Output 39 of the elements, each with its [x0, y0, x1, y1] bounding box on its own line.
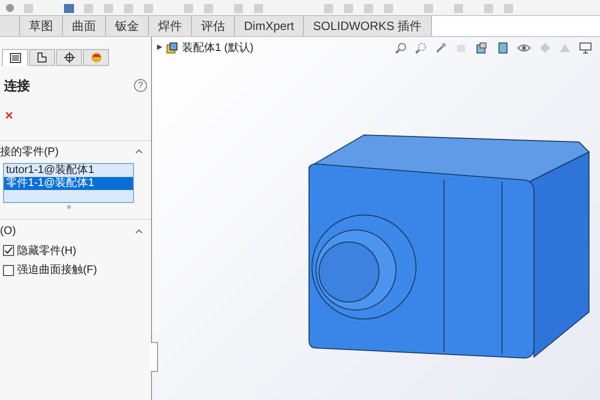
zoom-area-icon[interactable]: [415, 42, 427, 54]
ribbon-tab[interactable]: 曲面: [63, 16, 106, 36]
panel-title: 连接: [4, 77, 30, 95]
section-title: (O): [0, 224, 16, 239]
checkbox-label: 隐藏零件(H): [17, 244, 76, 258]
ribbon-tab[interactable]: SOLIDWORKS 插件: [304, 16, 432, 36]
crosshair-icon: [64, 52, 74, 63]
property-tab[interactable]: [29, 49, 55, 66]
appearance-tab[interactable]: [83, 49, 109, 66]
help-icon[interactable]: ?: [134, 79, 147, 92]
eye-icon[interactable]: [517, 43, 531, 53]
list-icon: [10, 53, 20, 63]
collapse-icon[interactable]: [135, 228, 143, 234]
checkbox[interactable]: [3, 245, 14, 256]
ribbon-tab[interactable]: 钣金: [106, 16, 149, 36]
previous-view-icon[interactable]: [435, 42, 447, 54]
resize-handle[interactable]: [66, 205, 70, 209]
panel-splitter-handle[interactable]: [151, 342, 158, 372]
assembly-icon: [166, 42, 178, 54]
zoom-icon[interactable]: [395, 42, 407, 54]
ribbon-tab[interactable]: 草图: [20, 16, 63, 36]
ribbon-tab[interactable]: 焊件: [149, 16, 192, 36]
checkbox[interactable]: [3, 264, 14, 276]
section-title: 接的零件(P): [0, 144, 59, 160]
tree-structure-icon: [37, 52, 47, 63]
ribbon-tab[interactable]: 评估: [192, 16, 235, 36]
collapse-icon[interactable]: [135, 149, 143, 154]
ribbon-tab[interactable]: DimXpert: [235, 16, 304, 36]
display-style-icon[interactable]: [497, 42, 509, 54]
cancel-icon[interactable]: ×: [5, 106, 14, 122]
tree-item[interactable]: 装配体1 (默认): [182, 40, 254, 56]
color-ball-icon: [90, 52, 102, 63]
list-item[interactable]: tutor1-1@装配体1: [4, 164, 133, 177]
view-orientation-icon[interactable]: [475, 42, 489, 54]
configuration-tab[interactable]: [56, 49, 82, 66]
list-item[interactable]: 零件1-1@装配体1: [4, 177, 133, 190]
checkbox-label: 强迫曲面接触(F): [17, 262, 98, 278]
feature-tree-tab[interactable]: [2, 49, 28, 66]
monitor-icon[interactable]: [579, 42, 592, 54]
